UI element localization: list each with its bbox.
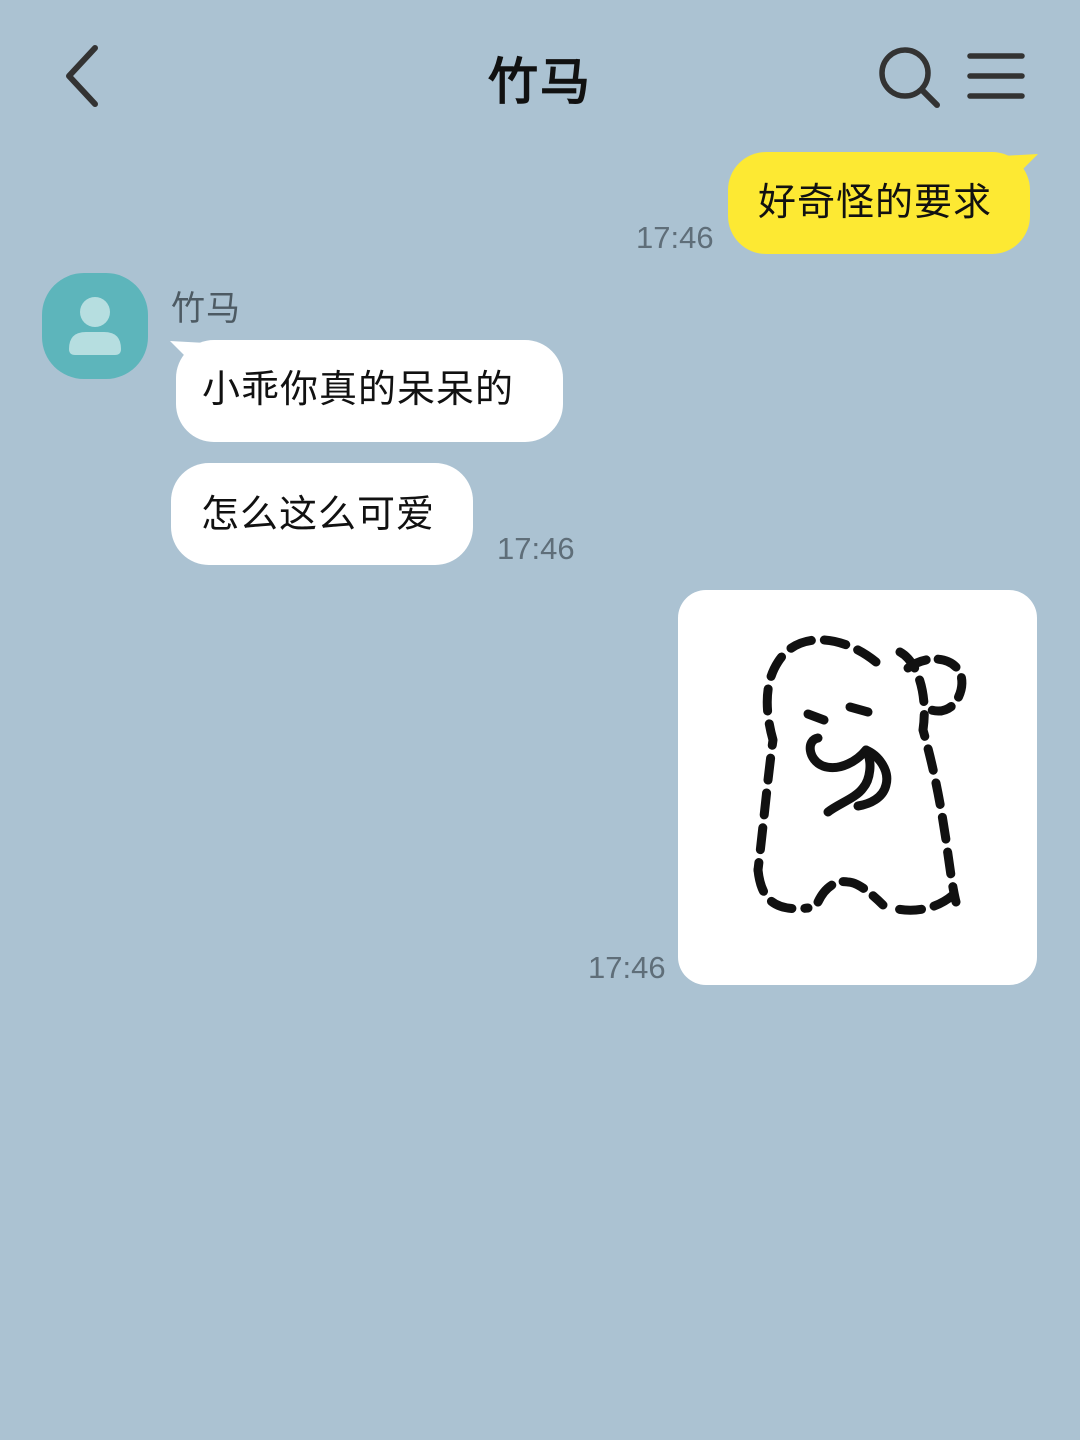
menu-button[interactable] [966,50,1026,104]
outgoing-message-bubble[interactable]: 好奇怪的要求 [728,152,1030,254]
incoming-message-bubble[interactable]: 怎么这么可爱 [171,463,473,565]
search-button[interactable] [876,44,942,110]
sender-name: 竹马 [171,289,241,329]
message-text: 怎么这么可爱 [201,492,436,536]
message-timestamp: 17:46 [588,950,666,985]
message-timestamp: 17:46 [497,531,575,566]
user-icon [69,297,121,355]
doodle-bear-sticker [753,635,967,915]
avatar[interactable] [42,273,148,379]
incoming-message-bubble[interactable]: 小乖你真的呆呆的 [176,340,563,442]
search-icon [879,47,940,108]
hamburger-menu-icon [967,53,1025,99]
message-text: 好奇怪的要求 [758,180,993,224]
message-text: 小乖你真的呆呆的 [202,367,515,411]
message-timestamp: 17:46 [636,220,714,255]
sticker-message[interactable] [678,590,1037,985]
